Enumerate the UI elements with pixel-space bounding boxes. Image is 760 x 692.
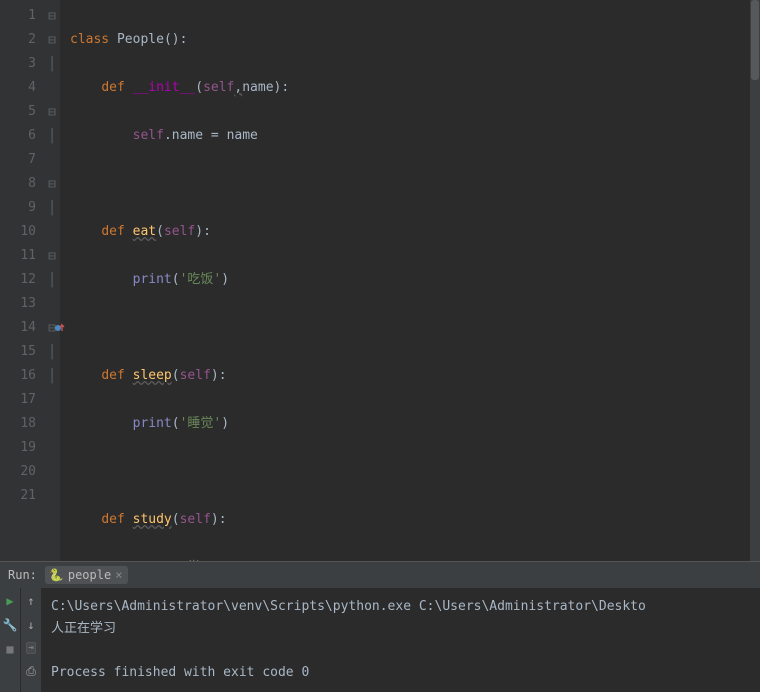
method-eat: eat [133, 224, 156, 239]
line-number: 1 [8, 4, 36, 28]
config-button[interactable]: 🔧 [3, 618, 18, 632]
line-number: 20 [8, 460, 36, 484]
line-number: 17 [8, 388, 36, 412]
up-button[interactable]: ↑ [27, 594, 34, 608]
run-toolbar-left: ▶ 🔧 ■ [0, 588, 20, 692]
fold-guide: │ [44, 364, 60, 388]
fold-gutter[interactable]: ⊟ ⊟ │ ⊟ │ ⊟ │ ⊟ │ ⊟ │ │ [44, 0, 60, 561]
console-line: 人正在学习 [51, 621, 116, 636]
run-body: ▶ 🔧 ■ ↑ ↓ ⇥ ⎙ C:\Users\Administrator\ven… [0, 588, 760, 692]
line-number: 7 [8, 148, 36, 172]
method-sleep: sleep [133, 368, 172, 383]
line-number: 9 [8, 196, 36, 220]
close-tab-icon[interactable]: × [115, 568, 122, 582]
line-number: 11 [8, 244, 36, 268]
editor-pane: 1 2 3 4 5 6 7 8 9 10 11 12 13 14 15 16 1… [0, 0, 760, 561]
print-button[interactable]: ⎙ [26, 664, 36, 679]
fold-guide: │ [44, 52, 60, 76]
run-header: Run: 🐍 people × [0, 562, 760, 588]
fold-guide: │ [44, 196, 60, 220]
line-number-gutter[interactable]: 1 2 3 4 5 6 7 8 9 10 11 12 13 14 15 16 1… [0, 0, 44, 561]
fold-guide: │ [44, 268, 60, 292]
console-line: Process finished with exit code 0 [51, 665, 309, 680]
fold-toggle-icon[interactable]: ⊟ [44, 244, 60, 268]
stop-button[interactable]: ■ [6, 642, 13, 656]
line-number: 3 [8, 52, 36, 76]
keyword-class: class [70, 32, 109, 47]
rerun-button[interactable]: ▶ [6, 594, 13, 608]
fold-guide: │ [44, 340, 60, 364]
line-number: 10 [8, 220, 36, 244]
class-name: People [117, 32, 164, 47]
fold-toggle-icon[interactable]: ⊟ [44, 100, 60, 124]
fold-toggle-icon[interactable]: ⊟ [44, 172, 60, 196]
method-study: study [133, 512, 172, 527]
line-number: 12 [8, 268, 36, 292]
console-output[interactable]: C:\Users\Administrator\venv\Scripts\pyth… [41, 588, 760, 692]
run-tab[interactable]: 🐍 people × [45, 566, 129, 584]
console-line: C:\Users\Administrator\venv\Scripts\pyth… [51, 599, 646, 614]
run-tab-name: people [68, 568, 111, 582]
line-number: 15 [8, 340, 36, 364]
line-number: 21 [8, 484, 36, 508]
fold-toggle-icon[interactable]: ⊟ [44, 4, 60, 28]
line-number: 14 [8, 316, 36, 340]
fold-toggle-icon[interactable]: ⊟ [44, 28, 60, 52]
line-number: 13 [8, 292, 36, 316]
scrollbar-thumb[interactable] [751, 0, 759, 80]
line-number: 2 [8, 28, 36, 52]
code-editor[interactable]: class People(): def __init__(self,name):… [60, 0, 750, 561]
line-number: 8 [8, 172, 36, 196]
fold-guide: │ [44, 124, 60, 148]
method-init: __init__ [133, 80, 196, 95]
soft-wrap-button[interactable]: ⇥ [26, 642, 35, 654]
run-toolbar-right: ↑ ↓ ⇥ ⎙ [20, 588, 41, 692]
line-number: 4 [8, 76, 36, 100]
line-number: 16 [8, 364, 36, 388]
ide-root: 1 2 3 4 5 6 7 8 9 10 11 12 13 14 15 16 1… [0, 0, 760, 692]
down-button[interactable]: ↓ [27, 618, 34, 632]
run-label: Run: [8, 568, 37, 582]
line-number: 18 [8, 412, 36, 436]
line-number: 19 [8, 436, 36, 460]
editor-scrollbar[interactable] [750, 0, 760, 561]
line-number: 5 [8, 100, 36, 124]
run-tool-window: Run: 🐍 people × ▶ 🔧 ■ ↑ ↓ ⇥ ⎙ C:\Users\A… [0, 561, 760, 692]
line-number: 6 [8, 124, 36, 148]
fold-toggle-icon[interactable]: ⊟ [44, 316, 60, 340]
python-file-icon: 🐍 [49, 568, 64, 582]
